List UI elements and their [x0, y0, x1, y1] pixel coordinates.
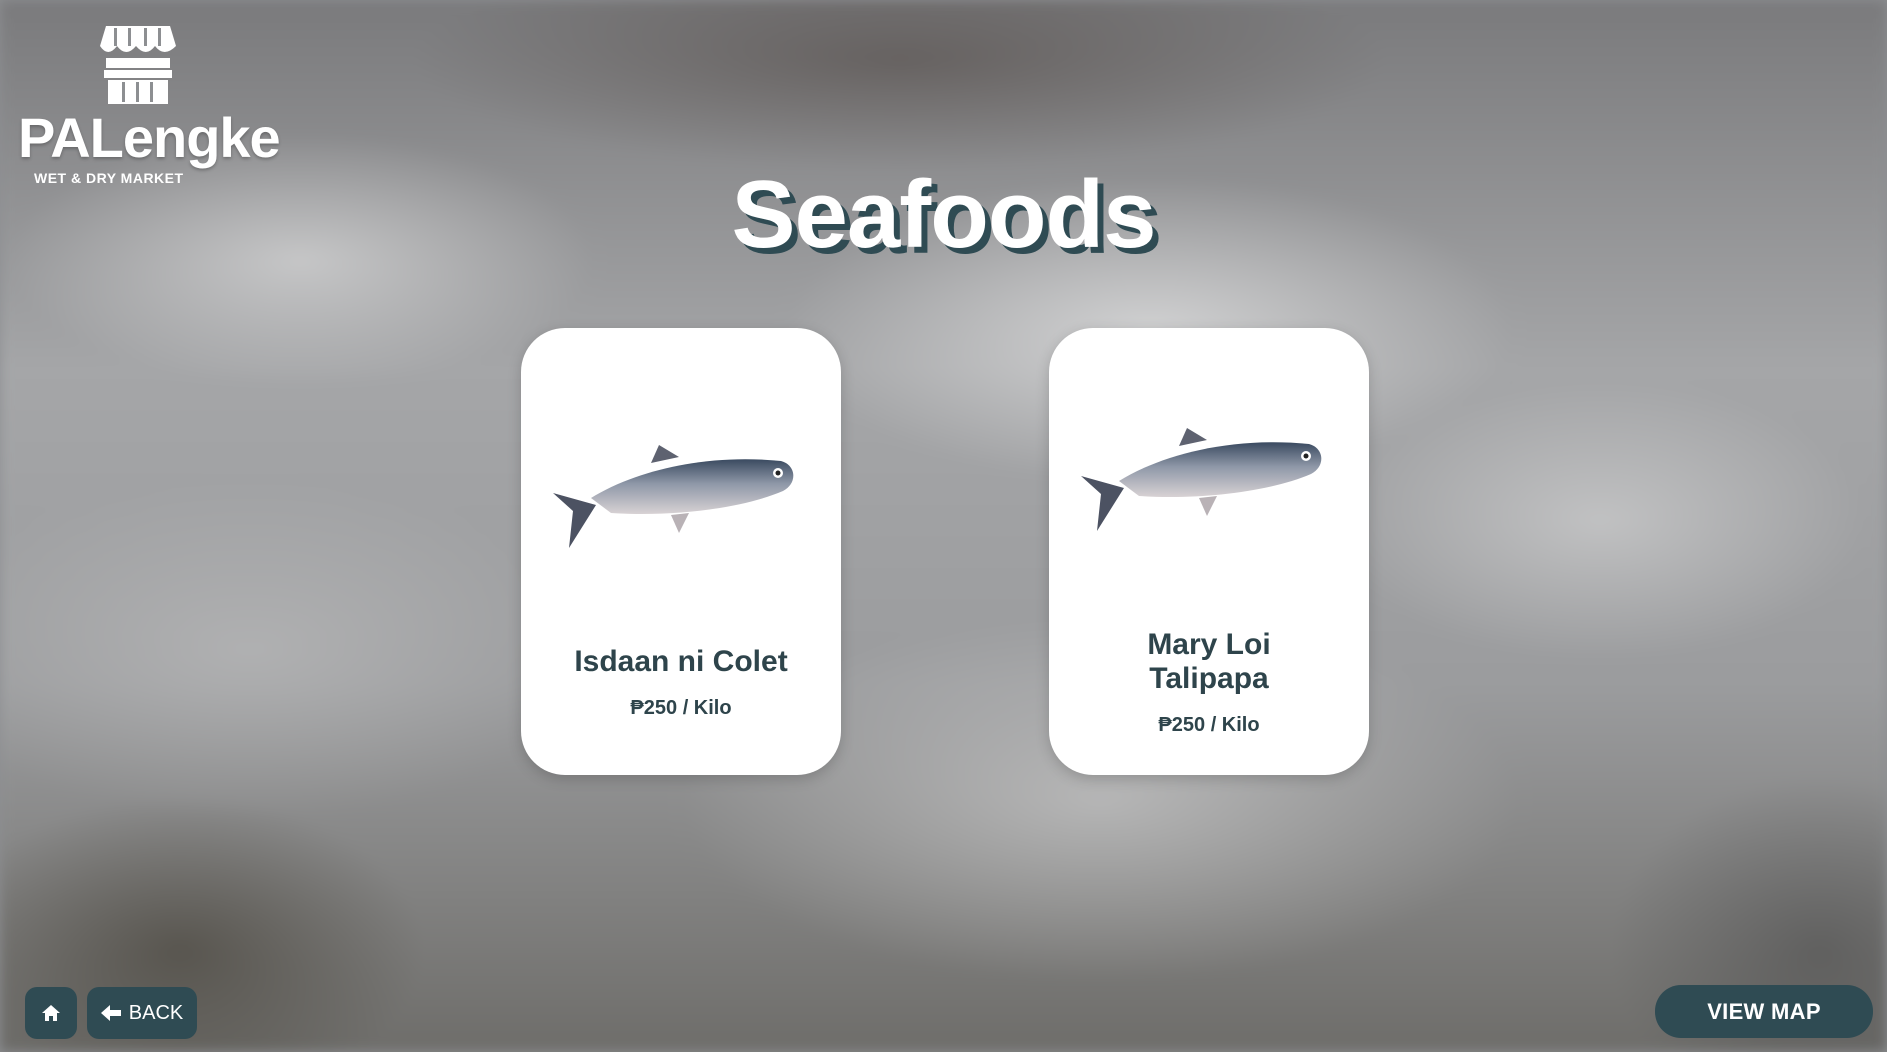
vendor-name: Mary Loi Talipapa — [1147, 628, 1271, 695]
market-stall-icon — [100, 26, 176, 104]
page-title: Seafoods — [731, 161, 1156, 268]
back-button[interactable]: BACK — [87, 987, 197, 1039]
arrow-left-icon — [100, 1005, 121, 1021]
vendor-price: ₱250 / Kilo — [630, 697, 732, 719]
milkfish-image — [1081, 428, 1322, 531]
home-icon — [42, 1005, 60, 1021]
brand-name: PALengke — [18, 106, 281, 169]
home-button[interactable] — [25, 987, 77, 1039]
brand-logo[interactable]: PALengke WET & DRY MARKET — [16, 20, 281, 186]
back-button-label: BACK — [128, 1001, 184, 1024]
view-map-button[interactable]: VIEW MAP — [1655, 985, 1873, 1038]
vendor-card[interactable]: Mary Loi Talipapa ₱250 / Kilo — [1049, 328, 1369, 775]
vendor-list: Isdaan ni Colet ₱250 / Kilo Mary Loi Tal… — [521, 328, 1369, 775]
milkfish-image — [553, 445, 794, 548]
vendor-name: Isdaan ni Colet — [574, 645, 788, 678]
vendor-card[interactable]: Isdaan ni Colet ₱250 / Kilo — [521, 328, 841, 775]
vendor-price: ₱250 / Kilo — [1158, 714, 1260, 736]
